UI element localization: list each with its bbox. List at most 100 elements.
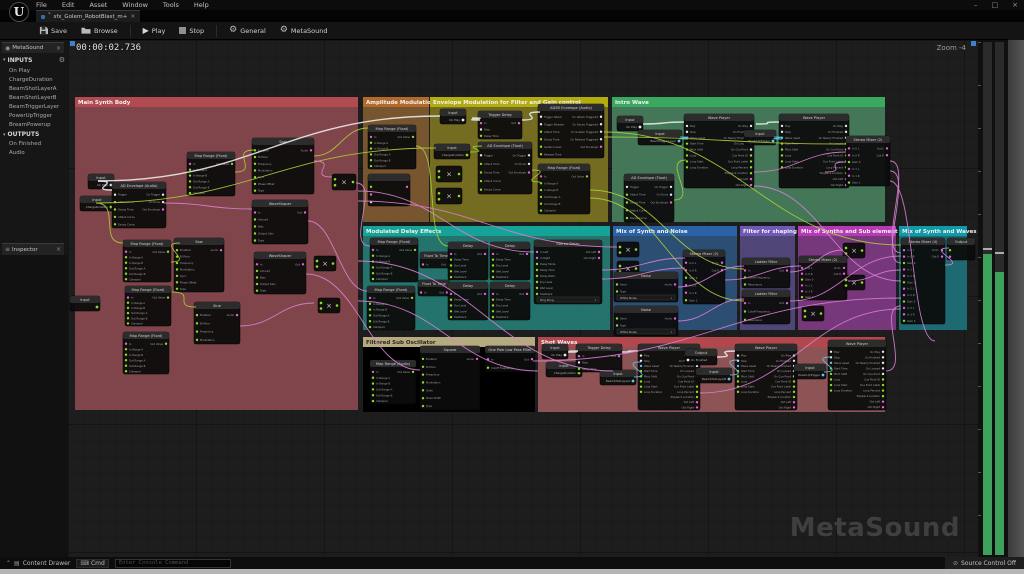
node-ad-envelope-float-[interactable]: AD Envelope (Float) Trigger On Trigger Atta… [477,141,533,195]
node-delay[interactable]: DelayIn OutDelay TimeDry LevelWet LevelFe… [447,241,489,281]
menu-edit[interactable]: Edit [62,1,75,9]
node-float-to-time[interactable]: Float To TimeIn Out [417,279,451,297]
input-item-beamshotlayera[interactable]: BeamShotLayerA [0,84,68,93]
input-item-beamtriggerlayer[interactable]: BeamTriggerLayer [0,102,68,111]
node-stereo-mixer-2-[interactable]: Stereo Mixer (2) In 0 L Out L In 0 R Out R Ga… [845,135,891,187]
node-input[interactable]: Input BeamShotLayerB [695,367,733,384]
outputs-section-header[interactable]: ▾ OUTPUTS [0,129,68,139]
node-map-range-float-[interactable]: Map Range (Float)In Out ValueIn Range AIn… [186,151,236,197]
node-multiply[interactable]: × [313,255,337,272]
node-map-range-float-[interactable]: Map Range (Float)In Out ValueIn Range AIn… [124,285,172,327]
stop-button[interactable]: Stop [174,25,209,37]
menu-asset[interactable]: Asset [89,1,107,9]
inspector-panel-tab[interactable]: ≡ Inspector × [2,243,64,255]
input-item-chargeduration[interactable]: ChargeDuration [0,75,68,84]
console-command-input[interactable] [114,558,231,568]
unreal-logo-icon[interactable]: U [9,2,29,22]
node-multiply[interactable]: × [801,305,825,322]
node-input[interactable]: Input BeamShotLayerA [599,369,637,386]
node-trigger-delay[interactable]: Trigger DelayIn Out Stop Delay Time [477,110,523,140]
general-settings-button[interactable]: ⚙ General [224,24,271,37]
menu-tools[interactable]: Tools [163,1,179,9]
node-multiply[interactable]: × [435,187,463,205]
play-button[interactable]: ▶ Play [138,25,171,37]
node-ad-envelope-float-[interactable]: AD Envelope (Float) Trigger On Trigger Atta… [623,173,675,223]
menu-help[interactable]: Help [194,1,209,9]
gear-icon[interactable]: ⚙ [59,56,65,64]
node-map-range-float-[interactable]: Map Range (Float)In Out ValueIn Range AIn… [366,285,416,331]
node-adsr-envelope-audio-[interactable]: ADSR Envelope (Audio) Trigger Attack On At… [537,103,605,159]
node-delay[interactable]: DelayIn OutDelay TimeDry LevelWet LevelFe… [489,241,531,281]
svg-text:Input: Input [709,370,719,374]
node-noise[interactable]: NoiseSeed AudioTypeWhite Noise ▾ [613,305,679,337]
minimize-button[interactable]: – [974,0,978,10]
node-ad-envelope-audio-[interactable]: AD Envelope (Audio) Trigger On Trigger Atta… [111,181,167,229]
node-input[interactable]: InputChargeDuration [79,195,115,212]
close-button[interactable]: × [1012,0,1018,10]
node-stereo-mixer-4-[interactable]: Stereo Mixer (4)In 0 L Out LIn 0 R Out RGa… [900,237,946,325]
node-multiply[interactable]: × [616,241,640,258]
panel-close-icon[interactable]: × [56,246,61,253]
node-multiply[interactable]: × [331,173,357,191]
content-drawer-button[interactable]: ⌃ ▤ Content Drawer [6,560,70,567]
menu-file[interactable]: File [36,1,47,9]
node-delay[interactable]: DelayIn OutDelay TimeDry LevelWet LevelFe… [447,281,489,321]
graph-canvas[interactable]: Main Synth Body Amplitude Modulation Envel… [68,40,978,557]
node-multiply[interactable]: × [842,274,866,291]
panel-close-icon[interactable]: × [56,45,61,52]
node-wave-player[interactable]: Wave PlayerPlayOn PlayStopOn FinishedWav… [734,343,798,411]
input-item-beamshotlayerb[interactable]: BeamShotLayerB [0,93,68,102]
node-input[interactable]: Input [69,295,101,312]
node-map-range-float-[interactable]: Map Range (Float)In Out ValueIn Range AIn… [537,163,591,215]
node-multiply[interactable]: × [317,297,341,314]
node-input[interactable]: Input On Play [439,108,467,125]
node-wave-player[interactable]: Wave PlayerPlayOn PlayStopOn FinishedWav… [827,339,887,411]
metasound-settings-button[interactable]: ⚙ MetaSound [275,24,333,37]
node-input[interactable]: Input On Play [541,343,569,360]
input-item-on-play[interactable]: On Play [0,66,68,75]
svg-text:Loop Duration: Loop Duration [785,165,804,169]
output-item-audio[interactable]: Audio [0,148,68,157]
node-input[interactable]: Input PowerUpTrigger [793,363,827,380]
node-wave-player[interactable]: Wave PlayerPlayOn PlayStopOn FinishedWav… [778,113,850,189]
inputs-section-header[interactable]: ▾ INPUTS ⚙ [0,54,68,65]
node-noise[interactable]: NoiseSeed AudioTypeWhite Noise ▾ [613,271,679,303]
svg-text:Feedback: Feedback [496,275,509,279]
maximize-button[interactable]: □ [992,0,999,10]
cmd-button[interactable]: ⌨ Cmd [76,558,109,568]
input-item-poweruptrigger[interactable]: PowerUpTrigger [0,111,68,120]
node-square[interactable]: Square Enabled Audio Bi Polar Frequency Modul… [419,345,481,411]
asset-tab[interactable]: * sfx_Golem_RobotBlast_m+ × [36,10,141,22]
node-stereo-delay[interactable]: Stereo DelayIn Left Out LeftIn Right Out R… [533,239,603,305]
node-map-range-float-[interactable]: Map Range (Float)In Out ValueIn Range AIn… [367,124,417,170]
svg-text:Input: Input [96,176,106,180]
node-saw[interactable]: SawEnabled AudioBi PolarFrequencyModulati… [251,137,315,195]
node-map-range-float-[interactable]: Map Range (Float)In Out ValueIn Range AIn… [369,237,419,283]
node-waveshaper[interactable]: WaveShaper In Out Amount Bias Output Gain Type [253,251,307,295]
node-map-range-float-[interactable]: Map Range (Float)In Out ValueIn Range AIn… [122,239,172,283]
node-multiply[interactable]: × [435,165,463,183]
node-wave-player[interactable]: Wave PlayerPlayOn PlayStopOn FinishedWav… [683,113,755,189]
node-sine[interactable]: Sine Enabled Audio Bi Polar Frequency Modulat… [193,301,241,345]
node-input[interactable]: InputChargeDuration [433,143,471,160]
node-waveshaper[interactable]: WaveShaper In Out Amount Bias Output Gain Type [251,199,309,245]
node-multiply[interactable]: × [842,242,866,259]
input-item-breampowerup[interactable]: BreamPowerup [0,120,68,129]
output-item-on-finished[interactable]: On Finished [0,139,68,148]
node-saw[interactable]: SawEnabled AudioBi PolarFrequencyModulati… [173,237,225,293]
node-ladder-filter[interactable]: Ladder FilterIn OutCutoff FrequencyResona… [741,257,791,289]
node-ladder-filter[interactable]: Ladder FilterIn OutCutoff FrequencyResona… [741,289,791,325]
node-map-range-float-[interactable]: Map Range (Float)In Out ValueIn Range AIn… [122,331,170,375]
node-input[interactable]: Input On Play [616,115,644,132]
node-output[interactable]: Output [946,237,976,261]
node-delay[interactable]: DelayIn OutDelay TimeDry LevelWet LevelFe… [489,281,531,321]
menu-window[interactable]: Window [122,1,148,9]
browse-button[interactable]: Browse [76,24,123,37]
source-control-button[interactable]: ⊘ Source Control Off [945,557,1024,569]
node-float-to-time[interactable]: Float To TimeIn Out [419,251,453,269]
node-output[interactable]: Output On Finished [684,348,718,366]
metasound-panel-tab[interactable]: ◉ MetaSound × [2,42,64,53]
save-button[interactable]: Save [34,24,72,37]
node-map-range-audio-[interactable]: Map Range (Audio) In Out Value In Range A In… [369,359,417,405]
asset-tab-close-icon[interactable]: × [130,13,135,20]
